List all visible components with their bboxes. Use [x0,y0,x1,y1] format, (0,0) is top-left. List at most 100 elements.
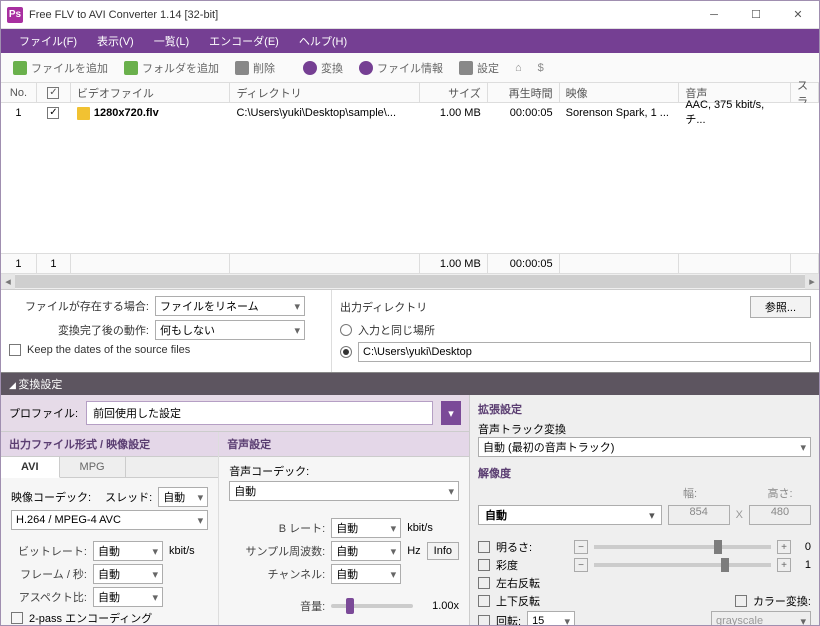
audiotrack-select[interactable]: 自動 (最初の音声トラック) [478,437,811,457]
flipv-label: 上下反転 [496,593,568,609]
rotate-select[interactable]: 15 [527,611,575,625]
colorconv-check[interactable] [735,595,747,607]
conversion-settings-header[interactable]: 変換設定 [1,373,819,395]
remove-icon [235,61,249,75]
donate-button[interactable]: $ [532,60,550,76]
profile-select[interactable]: 前回使用した設定 [86,401,433,425]
add-folder-button[interactable]: フォルダを追加 [118,58,225,78]
info-button[interactable]: Info [427,542,459,560]
outdir-path-input[interactable]: C:\Users\yuki\Desktop [358,342,811,362]
remove-button[interactable]: 削除 [229,58,281,78]
brightness-slider[interactable] [594,545,771,549]
brightness-plus[interactable]: + [777,540,791,554]
thread-select[interactable]: 自動 [158,487,208,507]
saturation-slider[interactable] [594,563,771,567]
home-button[interactable]: ⌂ [509,60,528,76]
info-icon [359,61,373,75]
menu-view[interactable]: 表示(V) [87,33,144,49]
brightness-minus[interactable]: − [574,540,588,554]
channel-select[interactable]: 自動 [331,564,401,584]
twopass-check[interactable] [11,612,23,624]
fps-select[interactable]: 自動 [93,564,163,584]
saturation-plus[interactable]: + [777,558,791,572]
table-row[interactable]: 1 1280x720.flv C:\Users\yuki\Desktop\sam… [1,103,819,123]
add-file-button[interactable]: ファイルを追加 [7,58,114,78]
total-duration: 00:00:05 [488,254,560,273]
volume-label: 音量: [229,598,325,614]
width-label: 幅: [659,485,721,501]
total-count-left: 1 [1,254,37,273]
maximize-button[interactable]: ☐ [735,1,777,29]
rotate-check[interactable] [478,615,490,625]
file-info-button[interactable]: ファイル情報 [353,58,449,78]
aspect-label: アスペクト比: [11,589,87,605]
col-size[interactable]: サイズ [420,83,488,102]
height-input: 480 [749,505,811,525]
saturation-check[interactable] [478,559,490,571]
channel-label: チャンネル: [229,566,325,582]
acodec-select[interactable]: 自動 [229,481,459,501]
convert-button[interactable]: 変換 [297,58,349,78]
saturation-minus[interactable]: − [574,558,588,572]
outdir-custom-radio[interactable] [340,346,352,358]
plus-folder-icon [124,61,138,75]
volume-slider[interactable] [331,604,413,608]
menu-encoder[interactable]: エンコーダ(E) [199,33,289,49]
settings-button[interactable]: 設定 [453,58,505,78]
col-dir[interactable]: ディレクトリ [230,83,420,102]
profile-row: プロファイル: 前回使用した設定 ▾ [1,395,469,432]
col-status[interactable]: スラ [791,83,819,102]
saturation-value: 1 [797,559,811,571]
aspect-select[interactable]: 自動 [93,587,163,607]
tab-avi[interactable]: AVI [1,457,60,478]
col-video[interactable]: 映像 [560,83,680,102]
col-check[interactable] [37,83,71,102]
col-no[interactable]: No. [1,83,37,102]
scroll-thumb[interactable] [15,275,805,288]
after-select[interactable]: 何もしない [155,320,305,340]
brightness-check[interactable] [478,541,490,553]
profile-dropdown-button[interactable]: ▾ [441,401,461,425]
h-scrollbar[interactable]: ◂ ▸ [1,273,819,289]
scroll-right-icon[interactable]: ▸ [805,274,819,289]
browse-button[interactable]: 参照... [750,296,811,318]
abrate-select[interactable]: 自動 [331,518,401,538]
volume-value: 1.00x [419,600,459,612]
resolution-mode-select[interactable]: 自動 [478,505,662,525]
colorconv-select: grayscale [711,611,811,625]
total-dir [230,254,420,273]
keep-dates-check[interactable] [9,344,21,356]
close-button[interactable]: ✕ [777,1,819,29]
row-status [791,103,819,123]
sample-select[interactable]: 自動 [331,541,401,561]
minimize-button[interactable]: ─ [693,1,735,29]
flipv-check[interactable] [478,595,490,607]
fliph-check[interactable] [478,577,490,589]
outdir-same-radio[interactable] [340,324,352,336]
fliph-label: 左右反転 [496,575,540,591]
total-size: 1.00 MB [420,254,488,273]
profile-label: プロファイル: [9,405,78,421]
sample-unit: Hz [407,545,420,557]
tab-mpg[interactable]: MPG [60,457,126,477]
total-file [71,254,231,273]
abrate-unit: kbit/s [407,522,433,534]
plus-file-icon [13,61,27,75]
check-all[interactable] [47,87,59,99]
app-logo: Ps [7,7,23,23]
vcodec-select[interactable]: H.264 / MPEG-4 AVC [11,510,208,530]
menu-file[interactable]: ファイル(F) [9,33,87,49]
output-options: ファイルが存在する場合: ファイルをリネーム 変換完了後の動作: 何もしない K… [1,289,819,373]
menu-help[interactable]: ヘルプ(H) [289,33,357,49]
menubar: ファイル(F) 表示(V) 一覧(L) エンコーダ(E) ヘルプ(H) [1,29,819,53]
menu-list[interactable]: 一覧(L) [144,33,199,49]
scroll-left-icon[interactable]: ◂ [1,274,15,289]
file-grid-body[interactable]: 1 1280x720.flv C:\Users\yuki\Desktop\sam… [1,103,819,253]
row-check[interactable] [47,107,59,119]
resolution-label: 解像度 [478,465,811,481]
fps-label: フレーム / 秒: [11,566,87,582]
exists-select[interactable]: ファイルをリネーム [155,296,305,316]
col-file[interactable]: ビデオファイル [71,83,231,102]
col-duration[interactable]: 再生時間 [488,83,560,102]
vbitrate-select[interactable]: 自動 [93,541,163,561]
